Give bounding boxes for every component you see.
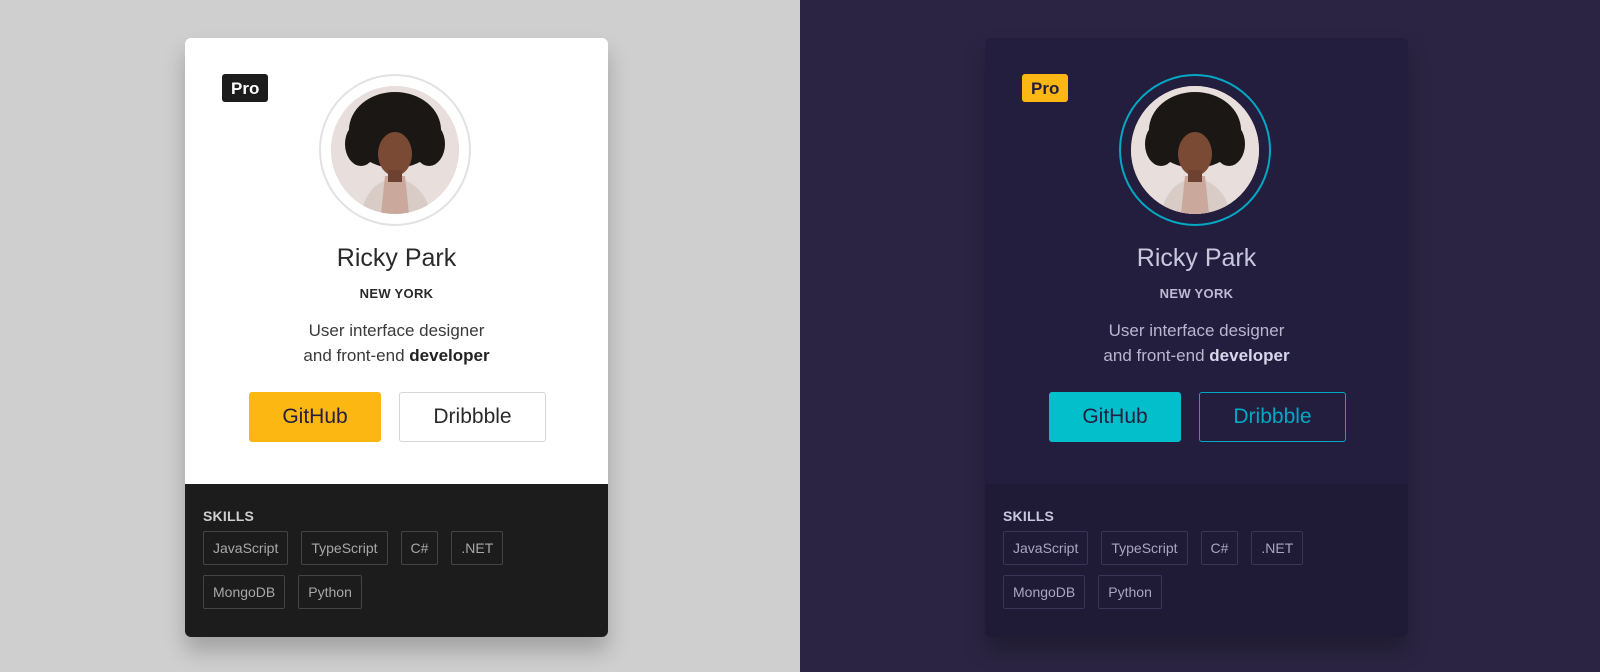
profile-card: Pro Ricky Park NEW YORK User interface d… [185,38,608,637]
profile-card-header: Pro Ricky Park NEW YORK User interface d… [185,38,608,484]
avatar-portrait-image [331,86,459,214]
skill-tag: MongoDB [1003,575,1086,609]
skills-title: SKILLS [1003,508,1054,524]
skill-list: JavaScript TypeScript C# .NET MongoDB Py… [1003,531,1343,619]
skill-tag: .NET [1251,531,1304,565]
pro-badge: Pro [1022,74,1069,102]
avatar-ring [1119,74,1271,226]
skill-tag: C# [1200,531,1239,565]
skills-section: SKILLS JavaScript TypeScript C# .NET Mon… [985,484,1408,637]
avatar [331,86,459,214]
skills-title: SKILLS [203,508,254,524]
profile-location: NEW YORK [359,286,434,301]
github-button[interactable]: GitHub [249,392,381,442]
skill-tag: C# [400,531,439,565]
bio-line-2: and front-end [1103,346,1205,365]
profile-location: NEW YORK [1159,286,1234,301]
skill-tag: .NET [451,531,504,565]
avatar-portrait-image [1131,86,1259,214]
avatar [1131,86,1259,214]
skill-tag: TypeScript [301,531,388,565]
skill-tag: JavaScript [203,531,289,565]
skill-tag: Python [298,575,362,609]
bio-line-1: User interface designer [1108,321,1285,340]
profile-name: Ricky Park [336,244,457,272]
light-panel: Pro Ricky Park NEW YORK User interface d… [0,0,800,672]
skill-tag: Python [1098,575,1162,609]
avatar-ring [319,74,471,226]
bio-line-1: User interface designer [308,321,485,340]
skills-section: SKILLS JavaScript TypeScript C# .NET Mon… [185,484,608,637]
dribbble-button[interactable]: Dribbble [399,392,546,442]
profile-bio: User interface designer and front-end de… [985,318,1408,368]
skill-tag: MongoDB [203,575,286,609]
bio-highlight: developer [409,346,490,365]
pro-badge: Pro [222,74,269,102]
profile-name: Ricky Park [1136,244,1257,272]
profile-bio: User interface designer and front-end de… [185,318,608,368]
profile-card-header: Pro Ricky Park NEW YORK User interface d… [985,38,1408,484]
profile-card: Pro Ricky Park NEW YORK User interface d… [985,38,1408,637]
dribbble-button[interactable]: Dribbble [1199,392,1346,442]
dark-panel: Pro Ricky Park NEW YORK User interface d… [800,0,1600,672]
skill-tag: JavaScript [1003,531,1089,565]
skill-tag: TypeScript [1101,531,1188,565]
bio-highlight: developer [1209,346,1290,365]
github-button[interactable]: GitHub [1049,392,1181,442]
skill-list: JavaScript TypeScript C# .NET MongoDB Py… [203,531,543,619]
bio-line-2: and front-end [303,346,405,365]
